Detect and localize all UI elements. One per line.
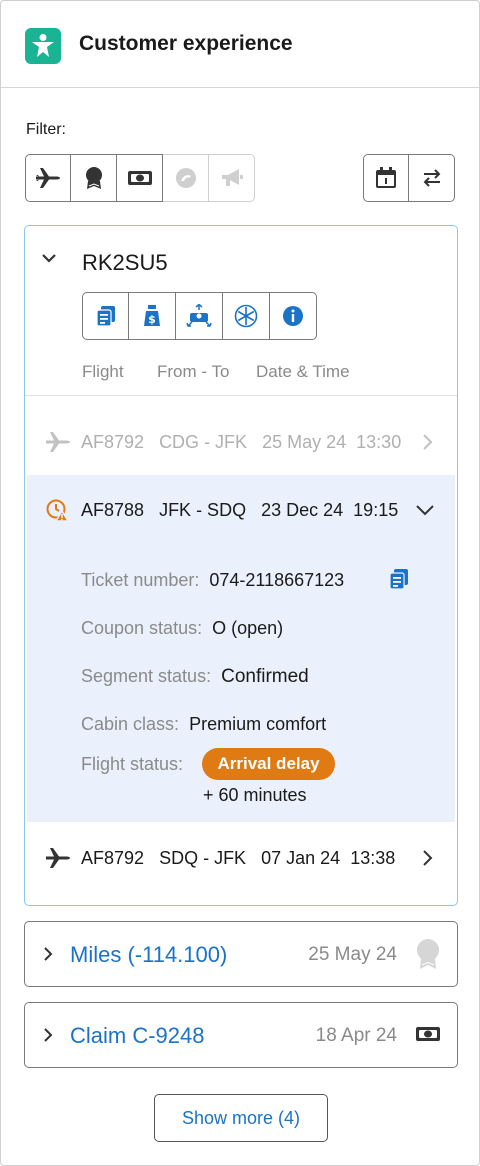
award-icon (417, 939, 439, 969)
customer-experience-panel: Customer experience Filter: RK2SU5 $ Fli… (0, 0, 480, 1166)
segment-route: SDQ - JFK (159, 847, 247, 868)
booking-reference: RK2SU5 (82, 250, 168, 275)
flight-status-label: Flight status: (81, 754, 184, 774)
moneybag-icon: $ (144, 305, 160, 326)
segment-time: 13:30 (356, 431, 402, 452)
segment-row[interactable]: AF8792 SDQ - JFK 07 Jan 24 13:38 (25, 838, 457, 878)
booking-card: RK2SU5 $ Flight From - To Date & Time AF… (24, 225, 458, 906)
segment-flight: AF8792 (81, 431, 145, 452)
miles-card[interactable]: Miles (-114.100) 25 May 24 (24, 921, 458, 987)
documents-button[interactable] (82, 292, 129, 340)
column-header-flight: Flight (82, 362, 124, 381)
snowflake-icon (234, 304, 258, 328)
miles-date: 25 May 24 (308, 944, 397, 965)
filter-awards-button[interactable] (71, 154, 117, 202)
filter-chats-button[interactable] (163, 154, 209, 202)
segment-text: AF8792 SDQ - JFK 07 Jan 24 13:38 (81, 848, 395, 869)
calendar-icon (376, 167, 396, 188)
segment-status-value: Confirmed (221, 666, 309, 687)
seat-icon (186, 304, 212, 327)
flight-status-row: Flight status: (81, 754, 183, 775)
services-button[interactable] (223, 292, 270, 340)
clock-warning-icon (46, 499, 69, 522)
cabin-class-row: Cabin class: Premium comfort (81, 714, 326, 735)
claim-date: 18 Apr 24 (315, 1025, 397, 1046)
person-star-icon (25, 28, 61, 64)
segment-row-expanded[interactable]: AF8788 JFK - SDQ 23 Dec 24 19:15 (25, 490, 457, 530)
segment-date: 25 May 24 (262, 431, 347, 452)
plane-icon (36, 168, 60, 188)
svg-text:$: $ (148, 313, 156, 326)
award-icon (85, 167, 102, 189)
filter-type-group (25, 154, 255, 202)
view-options-group (363, 154, 455, 202)
chevron-right-icon (423, 850, 433, 866)
segment-row[interactable]: AF8792 CDG - JFK 25 May 24 13:30 (25, 422, 457, 462)
chat-icon (175, 168, 196, 188)
sort-toggle-button[interactable] (409, 154, 455, 202)
chevron-right-icon (423, 434, 433, 450)
ticket-number-label: Ticket number: (81, 570, 200, 590)
coupon-status-label: Coupon status: (81, 618, 203, 638)
segment-time: 13:38 (350, 847, 396, 868)
chevron-right-icon (44, 1028, 53, 1042)
segment-flight: AF8788 (81, 499, 145, 520)
filter-payments-button[interactable] (117, 154, 163, 202)
info-icon (283, 306, 303, 326)
segment-flight: AF8792 (81, 847, 145, 868)
segment-text: AF8788 JFK - SDQ 23 Dec 24 19:15 (81, 500, 398, 521)
document-icon (95, 306, 115, 327)
ticket-number-row: Ticket number: 074-2118667123 (81, 570, 344, 591)
claim-card[interactable]: Claim C-9248 18 Apr 24 (24, 1002, 458, 1068)
megaphone-icon (221, 169, 243, 186)
copy-icon[interactable] (389, 568, 409, 590)
segment-text: AF8792 CDG - JFK 25 May 24 13:30 (81, 432, 401, 453)
cabin-class-label: Cabin class: (81, 714, 180, 734)
delay-duration: + 60 minutes (203, 785, 307, 805)
segment-route: CDG - JFK (159, 431, 248, 452)
plane-icon (46, 432, 70, 452)
column-header-datetime: Date & Time (256, 362, 350, 381)
chevron-down-icon[interactable] (41, 252, 57, 264)
coupon-status-row: Coupon status: O (open) (81, 618, 283, 639)
coupon-status-value: O (open) (212, 618, 284, 638)
calendar-button[interactable] (363, 154, 409, 202)
ticket-number-value: 074-2118667123 (209, 570, 345, 590)
info-button[interactable] (270, 292, 317, 340)
segment-time: 19:15 (353, 499, 399, 520)
divider (25, 395, 457, 396)
segment-route: JFK - SDQ (159, 499, 247, 520)
page-title: Customer experience (79, 32, 293, 55)
miles-title: Miles (-114.100) (70, 942, 228, 967)
filter-campaigns-button[interactable] (209, 154, 255, 202)
chevron-down-icon (416, 505, 434, 516)
filter-label: Filter: (26, 121, 66, 138)
swap-icon (423, 169, 440, 187)
plane-icon (46, 848, 70, 868)
chevron-right-icon (44, 947, 53, 961)
segment-date: 07 Jan 24 (261, 847, 341, 868)
banknote-icon (416, 1027, 440, 1041)
filter-flights-button[interactable] (25, 154, 71, 202)
banknote-icon (127, 171, 152, 185)
segment-status-row: Segment status: Confirmed (81, 666, 309, 688)
cabin-class-value: Premium comfort (189, 714, 327, 734)
status-badge: Arrival delay (202, 748, 335, 780)
seat-button[interactable] (176, 292, 223, 340)
panel-header: Customer experience (1, 1, 479, 88)
segment-date: 23 Dec 24 (261, 499, 344, 520)
payments-button[interactable]: $ (129, 292, 176, 340)
column-header-route: From - To (157, 362, 230, 381)
claim-title: Claim C-9248 (70, 1023, 205, 1048)
booking-actions-group: $ (82, 292, 317, 340)
segment-status-label: Segment status: (81, 666, 212, 686)
show-more-button[interactable]: Show more (4) (154, 1094, 328, 1142)
